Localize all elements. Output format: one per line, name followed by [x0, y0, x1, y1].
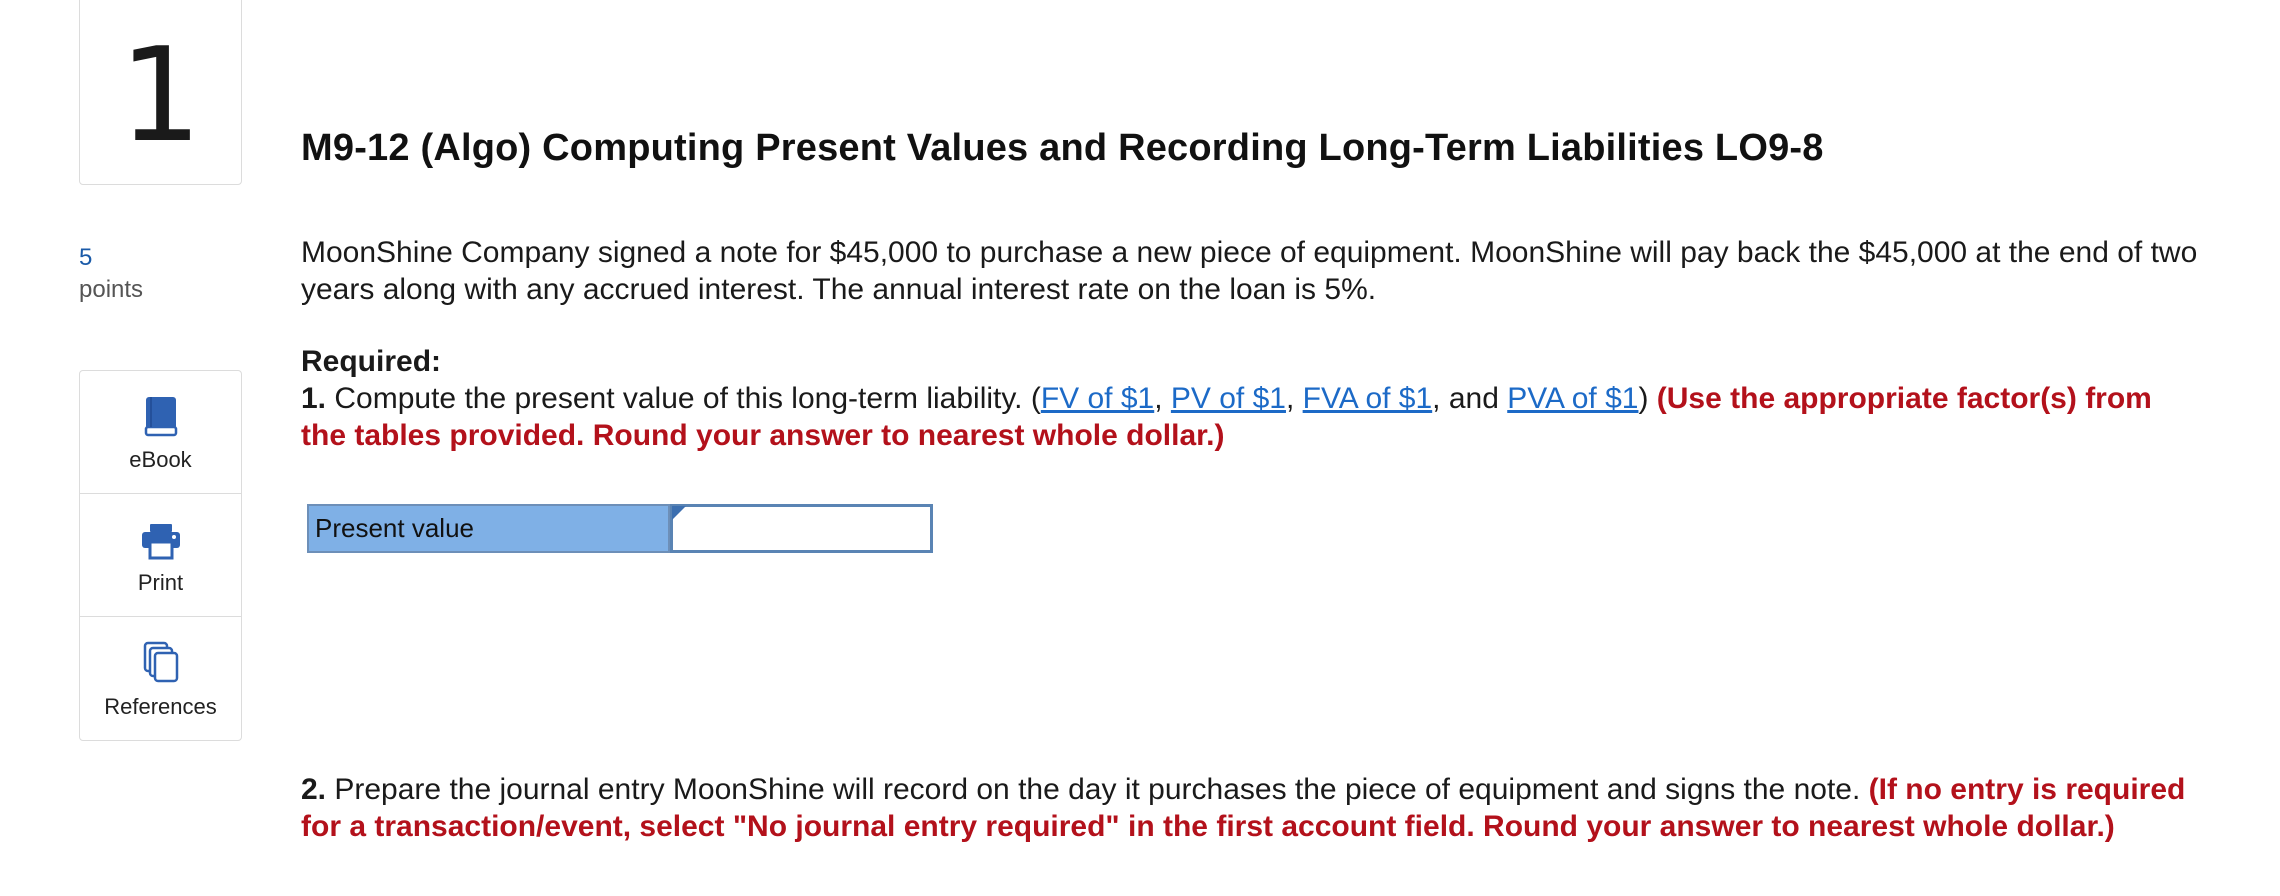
- problem-text: MoonShine Company signed a note for $45,…: [301, 236, 2198, 306]
- problem-content: MoonShine Company signed a note for $45,…: [301, 234, 2201, 454]
- required-section: Required: 1. Compute the present value o…: [301, 343, 2201, 454]
- separator: ): [1638, 382, 1657, 415]
- print-label: Print: [137, 570, 184, 595]
- separator: ,: [1154, 382, 1171, 415]
- cell-marker-icon: [672, 506, 686, 520]
- ebook-label: eBook: [129, 447, 192, 472]
- pv-link[interactable]: PV of $1: [1171, 382, 1286, 415]
- tool-panel: eBook Print References: [79, 370, 242, 741]
- question-title: M9-12 (Algo) Computing Present Values an…: [301, 127, 1824, 169]
- part2-number: 2.: [301, 773, 327, 806]
- part1-text: 1. Compute the present value of this lon…: [301, 380, 2201, 454]
- pva-link[interactable]: PVA of $1: [1507, 382, 1638, 415]
- separator: ,: [1285, 382, 1303, 415]
- question-number-box: 1: [79, 0, 242, 185]
- part1-question: Compute the present value of this long-t…: [334, 382, 1041, 415]
- present-value-label: Present value: [307, 504, 670, 553]
- points-info: 5 points: [79, 242, 143, 306]
- part2-question: Prepare the journal entry MoonShine will…: [334, 773, 1869, 806]
- fva-link[interactable]: FVA of $1: [1303, 382, 1433, 415]
- fv-link[interactable]: FV of $1: [1041, 382, 1154, 415]
- references-button[interactable]: References: [80, 617, 241, 740]
- references-label: References: [104, 693, 217, 719]
- part2-text: 2. Prepare the journal entry MoonShine w…: [301, 771, 2201, 845]
- required-label: Required:: [301, 345, 442, 378]
- present-value-table: Present value: [307, 504, 933, 553]
- separator: , and: [1432, 382, 1508, 415]
- part1-number: 1.: [301, 382, 327, 415]
- print-button[interactable]: Print: [80, 494, 241, 617]
- part2-section: 2. Prepare the journal entry MoonShine w…: [301, 771, 2201, 845]
- question-number: 1: [119, 18, 202, 171]
- documents-icon: [142, 638, 180, 684]
- book-icon: [144, 391, 178, 437]
- present-value-cell: [670, 504, 933, 553]
- printer-icon: [140, 514, 182, 560]
- present-value-input[interactable]: [673, 507, 930, 550]
- points-value: 5: [79, 244, 93, 271]
- points-label: points: [79, 276, 144, 303]
- ebook-button[interactable]: eBook: [80, 371, 241, 494]
